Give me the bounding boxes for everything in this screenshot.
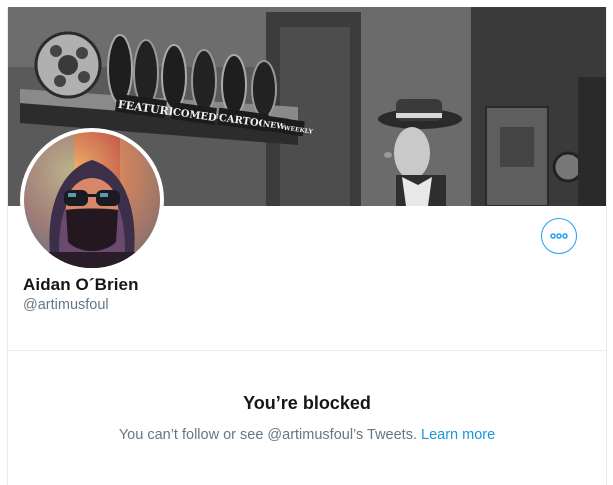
profile-display-name: Aidan O´Brien [23,275,139,294]
section-divider [8,350,606,351]
learn-more-link[interactable]: Learn more [421,427,495,443]
blocked-message-line: You can’t follow or see @artimusfoul’s T… [8,427,606,443]
more-dots-icon [550,233,568,239]
blocked-title: You’re blocked [243,393,371,413]
profile-avatar[interactable] [20,128,164,272]
blocked-message: You can’t follow or see @artimusfoul’s T… [118,427,417,443]
avatar-image [24,132,160,268]
profile-panel: FEATURE COMEDY CARTOON NEWS WEEKLY Aidan… [7,7,607,485]
more-options-button[interactable] [541,218,577,254]
profile-handle: @artimusfoul [23,297,109,313]
page-frame: FEATURE COMEDY CARTOON NEWS WEEKLY Aidan… [0,0,613,485]
